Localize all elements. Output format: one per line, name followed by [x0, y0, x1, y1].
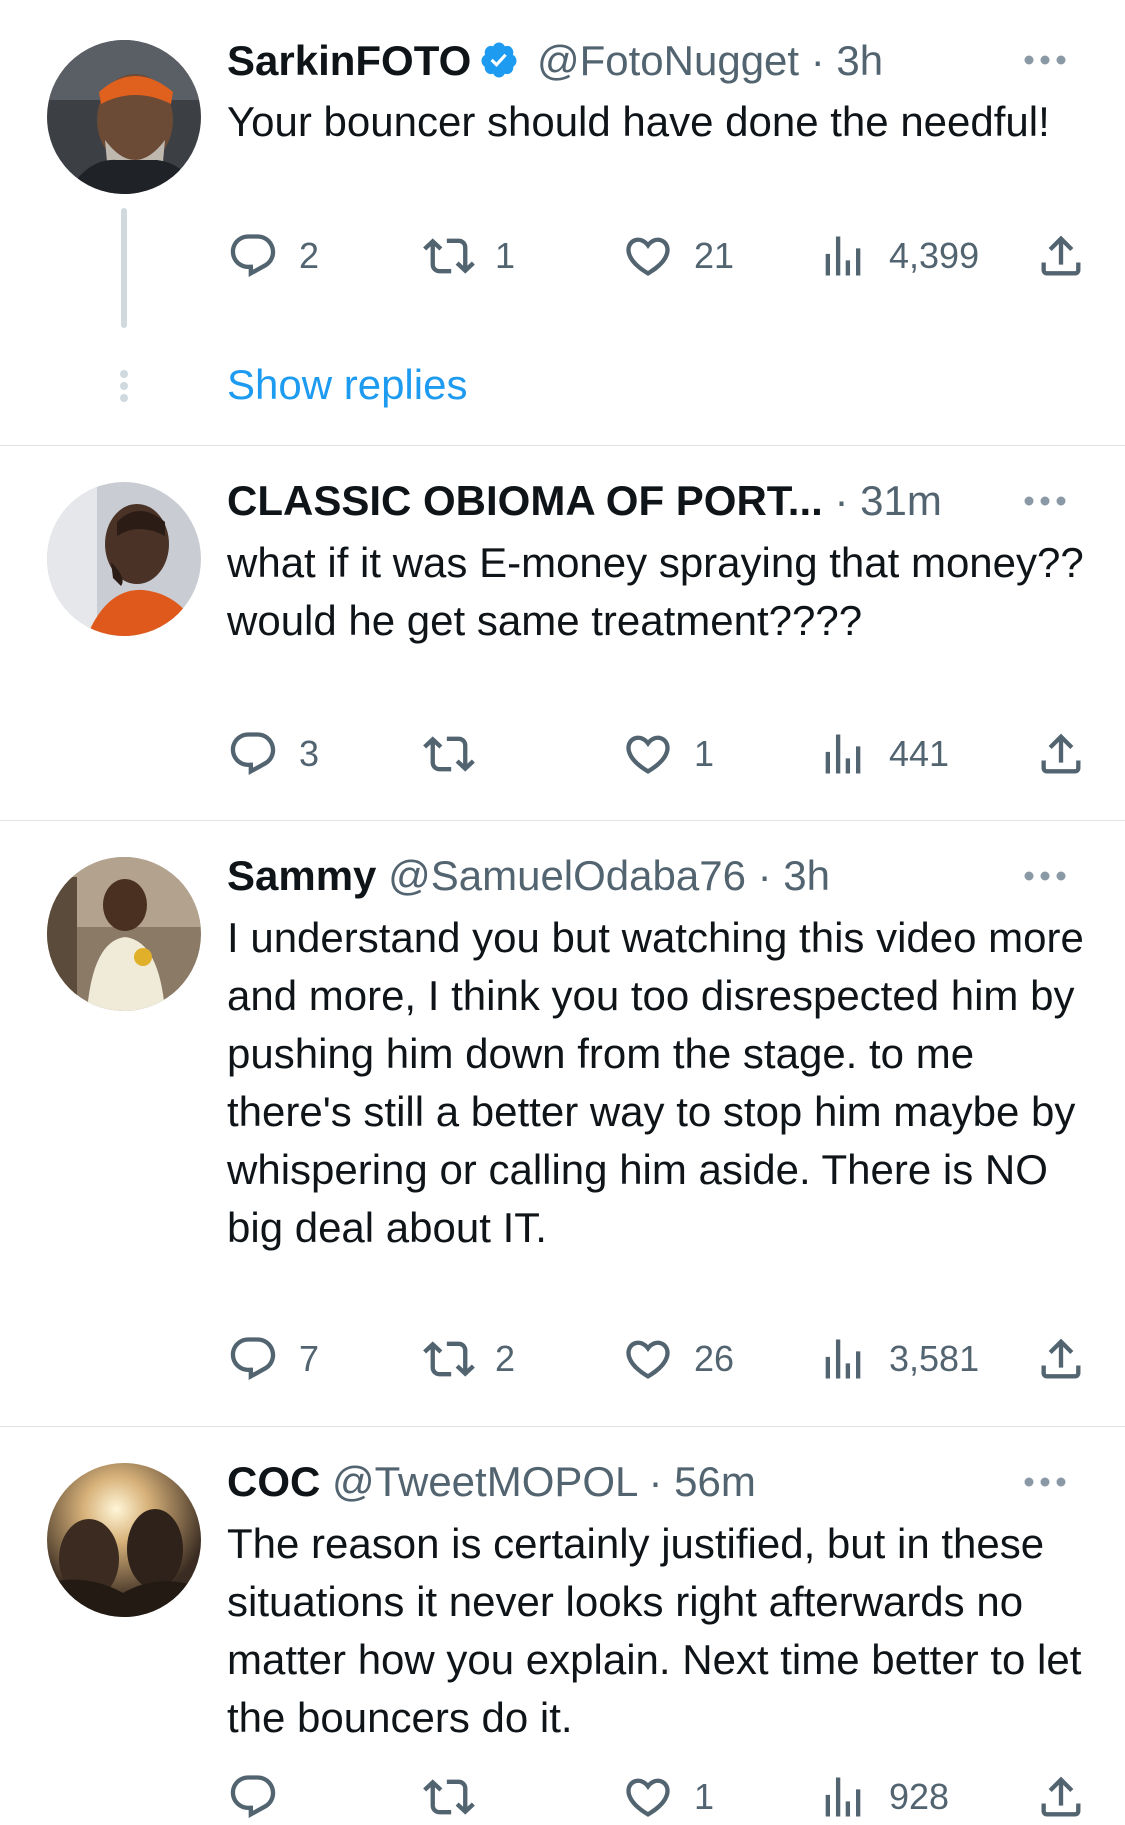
- more-icon[interactable]: [1020, 45, 1070, 75]
- action-bar: 7 2 26 3,581: [227, 1331, 1097, 1387]
- tweet-header: Sammy @SamuelOdaba76 · 3h: [227, 851, 1055, 901]
- views-button[interactable]: 441: [817, 726, 949, 782]
- tweet-header: COC @TweetMOPOL · 56m: [227, 1457, 1055, 1507]
- share-icon: [1041, 1338, 1081, 1379]
- retweet-button[interactable]: [423, 1769, 495, 1825]
- reply-button[interactable]: 3: [227, 726, 319, 782]
- share-icon: [1041, 733, 1081, 774]
- views-button[interactable]: 3,581: [817, 1331, 979, 1387]
- action-bar: 1 928: [227, 1769, 1097, 1825]
- reply-count: 2: [299, 235, 320, 276]
- like-button[interactable]: 1: [622, 726, 714, 782]
- like-count: 21: [694, 235, 735, 276]
- avatar[interactable]: [47, 857, 201, 1011]
- collapsed-thread-dots: [118, 367, 130, 406]
- thread-line: [121, 208, 127, 328]
- action-bar: 3 1 441: [227, 726, 1097, 782]
- timestamp[interactable]: 31m: [860, 477, 942, 524]
- tweet-1[interactable]: SarkinFOTO @FotoNugget · 3h Your bouncer…: [0, 0, 1125, 445]
- reply-count: 7: [299, 1338, 320, 1379]
- separator-dot: ·: [636, 1458, 675, 1505]
- display-name[interactable]: Sammy: [227, 852, 376, 899]
- display-name[interactable]: CLASSIC OBIOMA OF PORT...: [227, 477, 823, 524]
- separator-dot: ·: [799, 37, 837, 84]
- reply-button[interactable]: 2: [227, 228, 319, 284]
- reply-icon: [230, 732, 276, 776]
- more-icon[interactable]: [1020, 861, 1070, 891]
- views-icon: [825, 236, 861, 276]
- views-button[interactable]: 928: [817, 1769, 949, 1825]
- more-icon[interactable]: [1020, 486, 1070, 516]
- like-count: 26: [694, 1338, 735, 1379]
- reply-icon: [230, 234, 276, 278]
- tweet-header: SarkinFOTO @FotoNugget · 3h: [227, 36, 1055, 86]
- view-count: 3,581: [889, 1338, 980, 1379]
- tweet-text: The reason is certainly justified, but i…: [227, 1520, 1082, 1741]
- retweet-icon: [423, 1341, 475, 1377]
- like-icon: [626, 237, 670, 276]
- views-icon: [825, 1777, 861, 1817]
- share-button[interactable]: [1035, 228, 1087, 284]
- retweet-button[interactable]: [423, 726, 495, 782]
- reply-icon: [230, 1775, 276, 1819]
- views-icon: [825, 734, 861, 774]
- display-name[interactable]: COC: [227, 1458, 320, 1505]
- view-count: 441: [889, 733, 950, 774]
- tweet-3[interactable]: Sammy @SamuelOdaba76 · 3h I understand y…: [0, 821, 1125, 1426]
- user-handle[interactable]: @FotoNugget: [525, 37, 799, 84]
- like-count: 1: [694, 733, 715, 774]
- user-handle[interactable]: @SamuelOdaba76: [388, 852, 746, 899]
- share-icon: [1041, 235, 1081, 276]
- display-name[interactable]: SarkinFOTO: [227, 37, 471, 84]
- share-button[interactable]: [1035, 1331, 1087, 1387]
- reply-count: 3: [299, 733, 320, 774]
- timestamp[interactable]: 56m: [674, 1458, 756, 1505]
- avatar[interactable]: [47, 1463, 201, 1617]
- share-button[interactable]: [1035, 726, 1087, 782]
- views-button[interactable]: 4,399: [817, 228, 979, 284]
- reply-button[interactable]: [227, 1769, 299, 1825]
- like-button[interactable]: 26: [622, 1331, 734, 1387]
- retweet-icon: [423, 238, 475, 274]
- retweet-icon: [423, 1779, 475, 1815]
- reply-button[interactable]: 7: [227, 1331, 319, 1387]
- view-count: 4,399: [889, 235, 980, 276]
- retweet-button[interactable]: 1: [423, 228, 515, 284]
- action-bar: 2 1 21 4,399: [227, 228, 1097, 284]
- like-button[interactable]: 21: [622, 228, 734, 284]
- like-icon: [626, 1778, 670, 1817]
- like-button[interactable]: 1: [622, 1769, 714, 1825]
- views-icon: [825, 1339, 861, 1379]
- share-icon: [1041, 1776, 1081, 1817]
- reply-icon: [230, 1337, 276, 1381]
- separator-dot: ·: [745, 852, 784, 899]
- avatar[interactable]: [47, 482, 201, 636]
- retweet-count: 1: [495, 235, 516, 276]
- timestamp[interactable]: 3h: [783, 852, 830, 899]
- user-handle[interactable]: @TweetMOPOL: [332, 1458, 637, 1505]
- tweet-text: what if it was E-money spraying that mon…: [227, 539, 1084, 644]
- retweet-count: 2: [495, 1338, 516, 1379]
- tweet-header: CLASSIC OBIOMA OF PORT... · 31m: [227, 476, 1055, 526]
- tweet-text: I understand you but watching this video…: [227, 914, 1084, 1251]
- tweet-4[interactable]: COC @TweetMOPOL · 56m The reason is cert…: [0, 1427, 1125, 1819]
- share-button[interactable]: [1035, 1769, 1087, 1825]
- like-icon: [626, 735, 670, 774]
- tweet-text: Your bouncer should have done the needfu…: [227, 98, 1050, 145]
- more-icon[interactable]: [1020, 1467, 1070, 1497]
- retweet-button[interactable]: 2: [423, 1331, 515, 1387]
- like-icon: [626, 1340, 670, 1379]
- separator-dot: ·: [822, 477, 861, 524]
- timestamp[interactable]: 3h: [836, 37, 883, 84]
- like-count: 1: [694, 1776, 715, 1817]
- view-count: 928: [889, 1776, 950, 1817]
- retweet-icon: [423, 736, 475, 772]
- show-replies-link[interactable]: Show replies: [227, 360, 467, 410]
- tweet-2[interactable]: CLASSIC OBIOMA OF PORT... · 31m what if …: [0, 446, 1125, 820]
- avatar[interactable]: [47, 40, 201, 194]
- verified-icon: [481, 42, 517, 78]
